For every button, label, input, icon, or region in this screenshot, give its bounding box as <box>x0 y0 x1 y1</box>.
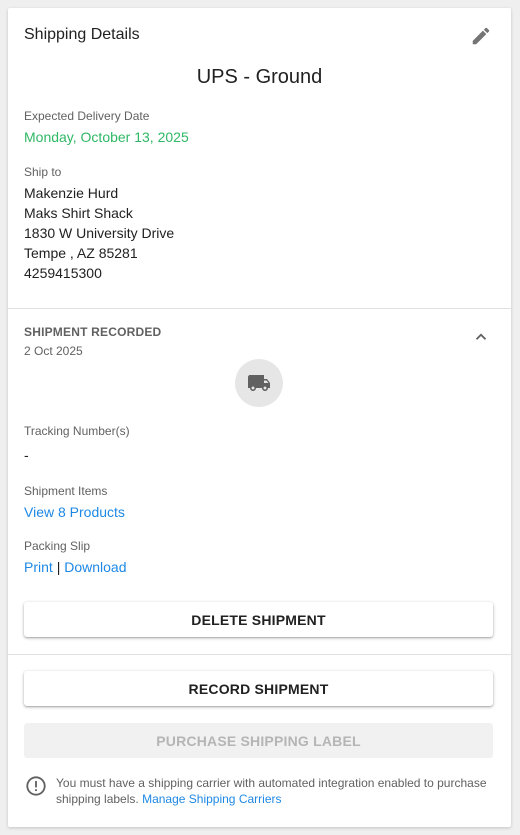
card-title: Shipping Details <box>24 26 140 43</box>
truck-icon <box>248 375 270 391</box>
shipment-status: SHIPMENT RECORDED <box>24 325 162 339</box>
ship-to-company: Maks Shirt Shack <box>24 205 133 221</box>
print-link[interactable]: Print <box>24 559 53 575</box>
delivery-date-value: Monday, October 13, 2025 <box>24 129 189 145</box>
shipment-items-label: Shipment Items <box>24 484 108 498</box>
tracking-label: Tracking Number(s) <box>24 424 130 438</box>
packing-slip-links: Print | Download <box>24 559 126 575</box>
info-circle-icon <box>25 775 47 797</box>
tracking-value: - <box>24 447 29 463</box>
purchase-shipping-label-button: PURCHASE SHIPPING LABEL <box>24 723 493 758</box>
delete-shipment-button[interactable]: DELETE SHIPMENT <box>24 602 493 637</box>
delivery-date-label: Expected Delivery Date <box>24 109 150 123</box>
ship-to-name: Makenzie Hurd <box>24 185 119 201</box>
ship-to-city: Tempe , AZ 85281 <box>24 245 138 261</box>
link-separator: | <box>56 559 61 575</box>
divider <box>8 654 511 655</box>
shipment-date: 2 Oct 2025 <box>24 344 83 358</box>
ship-to-phone: 4259415300 <box>24 265 102 281</box>
chevron-up-icon[interactable] <box>472 328 490 346</box>
shipping-method: UPS - Ground <box>196 66 323 88</box>
record-shipment-button[interactable]: RECORD SHIPMENT <box>24 671 493 706</box>
download-link[interactable]: Download <box>64 559 126 575</box>
view-products-link[interactable]: View 8 Products <box>24 504 125 520</box>
shipping-details-card: Shipping Details UPS - Ground Expected D… <box>8 8 511 827</box>
ship-to-label: Ship to <box>24 165 62 179</box>
packing-slip-label: Packing Slip <box>24 539 91 553</box>
ship-to-street: 1830 W University Drive <box>24 225 175 241</box>
shipment-status-badge <box>235 359 283 407</box>
manage-shipping-carriers-link[interactable]: Manage Shipping Carriers <box>142 792 281 806</box>
divider <box>8 308 511 309</box>
pencil-icon[interactable] <box>470 25 492 47</box>
carrier-notice: You must have a shipping carrier with au… <box>56 775 496 807</box>
